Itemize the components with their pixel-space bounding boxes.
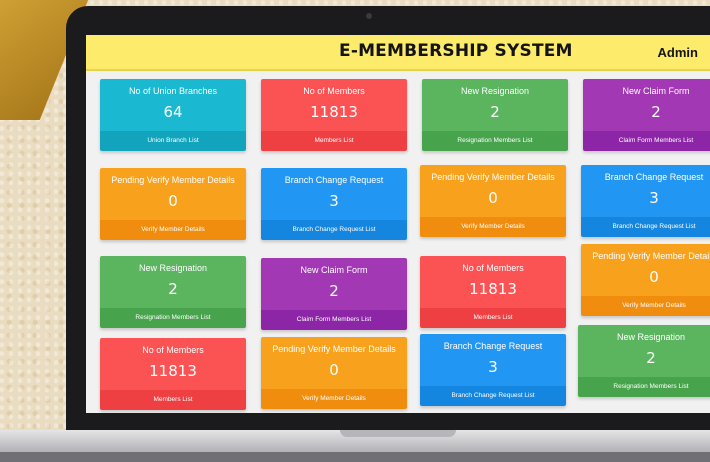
card-value: 2 [168, 280, 178, 298]
members-list-link[interactable]: Members List [261, 131, 407, 151]
card-new-resignation: New Resignation 2 Resignation Members Li… [578, 325, 710, 397]
resignation-members-list-link[interactable]: Resignation Members List [100, 308, 246, 328]
claim-form-members-list-link[interactable]: Claim Form Members List [261, 310, 407, 330]
card-value: 0 [329, 361, 339, 379]
card-value: 0 [649, 268, 659, 286]
card-value: 2 [651, 103, 661, 121]
card-members: No of Members 11813 Members List [420, 256, 566, 328]
resignation-members-list-link[interactable]: Resignation Members List [578, 377, 710, 397]
card-pending-verify: Pending Verify Member Details 0 Verify M… [581, 244, 710, 316]
verify-member-details-link[interactable]: Verify Member Details [261, 389, 407, 409]
card-value: 2 [490, 103, 500, 121]
card-label: No of Union Branches [128, 86, 218, 96]
card-label: Branch Change Request [443, 341, 543, 351]
card-label: New Claim Form [300, 265, 368, 275]
card-label: New Resignation [616, 332, 686, 342]
claim-form-members-list-link[interactable]: Claim Form Members List [583, 131, 710, 151]
card-branch-change: Branch Change Request 3 Branch Change Re… [420, 334, 566, 406]
card-label: New Resignation [138, 263, 208, 273]
card-union-branches: No of Union Branches 64 Union Branch Lis… [100, 79, 246, 151]
card-pending-verify: Pending Verify Member Details 0 Verify M… [100, 168, 246, 240]
card-new-claim-form: New Claim Form 2 Claim Form Members List [261, 258, 407, 330]
camera-icon [366, 13, 372, 19]
card-label: Branch Change Request [604, 172, 704, 182]
page-title: E-MEMBERSHIP SYSTEM [339, 41, 573, 61]
user-menu[interactable]: Admin [658, 45, 698, 60]
union-branch-list-link[interactable]: Union Branch List [100, 131, 246, 151]
card-members: No of Members 11813 Members List [261, 79, 407, 151]
card-branch-change: Branch Change Request 3 Branch Change Re… [581, 165, 710, 237]
verify-member-details-link[interactable]: Verify Member Details [420, 217, 566, 237]
card-pending-verify: Pending Verify Member Details 0 Verify M… [420, 165, 566, 237]
branch-change-request-list-link[interactable]: Branch Change Request List [261, 220, 407, 240]
card-value: 11813 [469, 280, 517, 298]
laptop-base-shadow [0, 452, 710, 462]
card-value: 2 [646, 349, 656, 367]
branch-change-request-list-link[interactable]: Branch Change Request List [420, 386, 566, 406]
card-value: 0 [168, 192, 178, 210]
card-members: No of Members 11813 Members List [100, 338, 246, 410]
card-value: 2 [329, 282, 339, 300]
card-label: Pending Verify Member Details [272, 344, 396, 354]
card-label: New Claim Form [622, 86, 690, 96]
card-new-resignation: New Resignation 2 Resignation Members Li… [100, 256, 246, 328]
verify-member-details-link[interactable]: Verify Member Details [581, 296, 710, 316]
card-label: Pending Verify Member Details [592, 251, 710, 261]
card-value: 3 [488, 358, 498, 376]
laptop-notch [340, 430, 456, 437]
card-label: Pending Verify Member Details [431, 172, 555, 182]
card-value: 11813 [310, 103, 358, 121]
card-label: No of Members [462, 263, 524, 273]
card-value: 3 [329, 192, 339, 210]
card-branch-change: Branch Change Request 3 Branch Change Re… [261, 168, 407, 240]
card-value: 3 [649, 189, 659, 207]
branch-change-request-list-link[interactable]: Branch Change Request List [581, 217, 710, 237]
app-header: E-MEMBERSHIP SYSTEM Admin [86, 35, 710, 71]
card-label: Branch Change Request [284, 175, 384, 185]
card-value: 64 [163, 103, 183, 121]
app-screen: E-MEMBERSHIP SYSTEM Admin No of Union Br… [86, 35, 710, 413]
card-new-resignation: New Resignation 2 Resignation Members Li… [422, 79, 568, 151]
card-label: New Resignation [460, 86, 530, 96]
card-value: 11813 [149, 362, 197, 380]
card-label: Pending Verify Member Details [111, 175, 235, 185]
verify-member-details-link[interactable]: Verify Member Details [100, 220, 246, 240]
resignation-members-list-link[interactable]: Resignation Members List [422, 131, 568, 151]
members-list-link[interactable]: Members List [100, 390, 246, 410]
card-pending-verify: Pending Verify Member Details 0 Verify M… [261, 337, 407, 409]
card-new-claim-form: New Claim Form 2 Claim Form Members List [583, 79, 710, 151]
card-label: No of Members [142, 345, 204, 355]
card-label: No of Members [303, 86, 365, 96]
card-value: 0 [488, 189, 498, 207]
members-list-link[interactable]: Members List [420, 308, 566, 328]
